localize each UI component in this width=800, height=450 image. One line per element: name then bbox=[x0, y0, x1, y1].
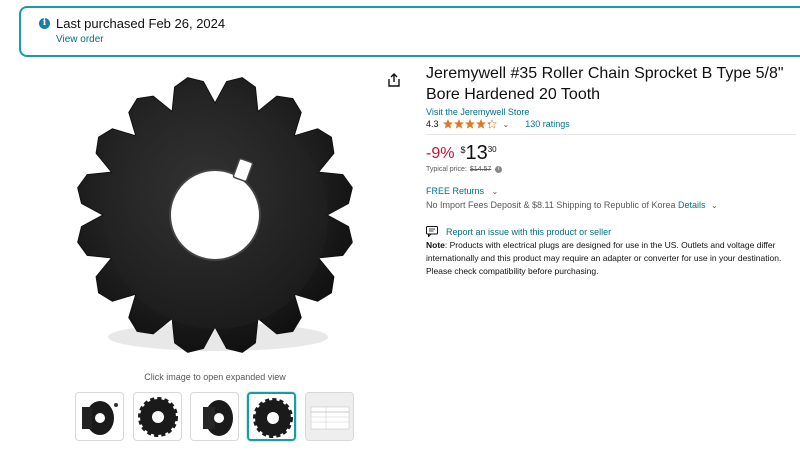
report-issue-link[interactable]: Report an issue with this product or sel… bbox=[426, 226, 611, 237]
thumbnail-dimension-table[interactable] bbox=[305, 392, 354, 441]
visit-store-link[interactable]: Visit the Jeremywell Store bbox=[426, 107, 529, 117]
thumbnail-sprocket-front-selected[interactable] bbox=[247, 392, 296, 441]
report-icon bbox=[426, 226, 438, 237]
chevron-down-icon: ⌄ bbox=[491, 187, 499, 196]
last-purchased-banner: i Last purchased Feb 26, 2024 View order bbox=[19, 6, 800, 57]
expand-image-caption: Click image to open expanded view bbox=[144, 372, 286, 382]
thumbnail-sprocket-side[interactable] bbox=[75, 392, 124, 441]
price-fraction: 30 bbox=[487, 145, 497, 154]
typical-price-value: $14.57 bbox=[469, 166, 492, 173]
info-icon: i bbox=[39, 18, 50, 29]
thumbnail-sprocket-angled[interactable] bbox=[190, 392, 239, 441]
rating-value: 4.3 bbox=[426, 119, 439, 129]
electrical-note: Note: Products with electrical plugs are… bbox=[426, 239, 800, 278]
chevron-down-icon[interactable]: ⌄ bbox=[711, 201, 718, 210]
free-returns-label: FREE Returns bbox=[426, 186, 485, 196]
divider bbox=[426, 134, 796, 135]
price-block: -9% $ 13 30 bbox=[426, 142, 497, 164]
shipping-info: No Import Fees Deposit & $8.11 Shipping … bbox=[426, 200, 718, 210]
main-product-image[interactable] bbox=[58, 65, 373, 370]
view-order-link[interactable]: View order bbox=[56, 34, 104, 45]
free-returns-link[interactable]: FREE Returns ⌄ bbox=[426, 186, 498, 196]
last-purchased-text: Last purchased Feb 26, 2024 bbox=[56, 16, 226, 31]
share-icon[interactable] bbox=[386, 72, 402, 88]
typical-price: Typical price: $14.57 i bbox=[426, 166, 503, 173]
note-label: Note bbox=[426, 240, 445, 250]
price-whole: 13 bbox=[465, 142, 488, 164]
shipping-text: No Import Fees Deposit & $8.11 Shipping … bbox=[426, 200, 676, 210]
info-icon[interactable]: i bbox=[495, 166, 503, 173]
chevron-down-icon[interactable]: ⌄ bbox=[503, 120, 510, 129]
ratings-count-link[interactable]: 130 ratings bbox=[525, 119, 570, 129]
typical-price-label: Typical price: bbox=[426, 166, 467, 173]
stars-icon bbox=[442, 119, 497, 129]
star-rating[interactable] bbox=[442, 119, 497, 129]
note-text: : Products with electrical plugs are des… bbox=[426, 240, 782, 276]
discount-percent: -9% bbox=[426, 145, 455, 162]
product-title: Jeremywell #35 Roller Chain Sprocket B T… bbox=[426, 65, 784, 103]
shipping-details-link[interactable]: Details bbox=[678, 200, 706, 210]
thumbnail-sprocket-front[interactable] bbox=[133, 392, 182, 441]
rating-row: 4.3 ⌄ 130 ratings bbox=[426, 119, 570, 129]
report-issue-label: Report an issue with this product or sel… bbox=[446, 226, 612, 237]
